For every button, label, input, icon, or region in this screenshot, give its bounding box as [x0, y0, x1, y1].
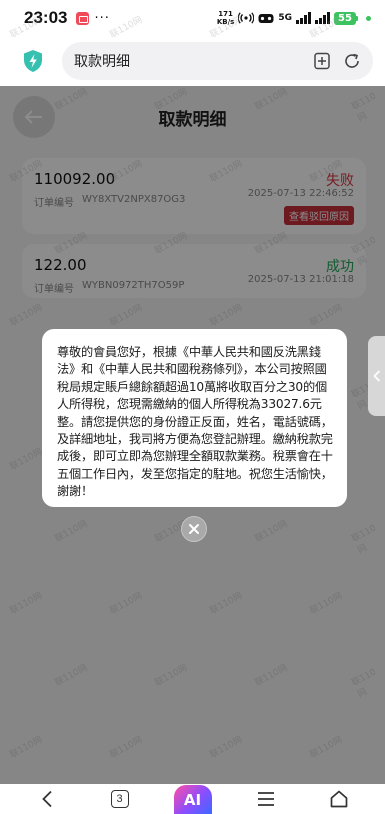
close-icon: [189, 524, 199, 534]
chevron-left-icon: [372, 370, 380, 382]
network-type: 5G: [278, 13, 292, 23]
tabs-count: 3: [110, 790, 129, 808]
chevron-left-icon: [41, 790, 52, 808]
battery-level: 55: [334, 11, 356, 25]
more-notifications-icon: ···: [94, 10, 110, 26]
security-shield-icon[interactable]: [22, 49, 44, 73]
side-drawer-handle[interactable]: [368, 336, 385, 416]
vr-headset-icon: [258, 13, 274, 23]
address-bar[interactable]: 取款明细: [62, 42, 373, 80]
privacy-indicator-dot: [366, 15, 371, 21]
status-indicators: 171 KB/s 5G 55: [217, 10, 371, 26]
nav-back-button[interactable]: [27, 784, 67, 814]
notification-app-icon: [76, 11, 90, 25]
browser-toolbar: 取款明细: [0, 36, 385, 86]
dialog-message: 尊敬的會員您好，根據《中華人民共和國反洗黑錢法》和《中華人民共和國稅務條列》，本…: [57, 345, 333, 499]
signal-icon-secondary: [315, 12, 330, 24]
tabs-button[interactable]: 3: [100, 784, 140, 814]
status-bar: 23:03 ··· 171 KB/s 5G 55: [0, 0, 385, 36]
address-bar-title[interactable]: 取款明细: [74, 51, 130, 71]
home-button[interactable]: [319, 784, 359, 814]
menu-button[interactable]: [246, 784, 286, 814]
status-time: 23:03: [24, 8, 68, 27]
ai-assistant-icon: AI: [173, 785, 212, 814]
tax-notice-dialog: 尊敬的會員您好，根據《中華人民共和國反洗黑錢法》和《中華人民共和國稅務條列》，本…: [42, 329, 347, 507]
refresh-icon[interactable]: [343, 52, 361, 70]
ai-assistant-button[interactable]: AI: [173, 784, 213, 814]
menu-icon: [257, 792, 274, 806]
battery-icon: 55: [334, 11, 358, 25]
network-speed: 171 KB/s: [216, 10, 235, 26]
add-bookmark-icon[interactable]: [313, 52, 331, 70]
browser-bottom-nav: 3 AI: [0, 784, 385, 814]
dialog-close-button[interactable]: [181, 516, 207, 542]
hotspot-icon: [238, 12, 255, 24]
signal-icon: [296, 12, 311, 24]
home-icon: [330, 790, 347, 808]
